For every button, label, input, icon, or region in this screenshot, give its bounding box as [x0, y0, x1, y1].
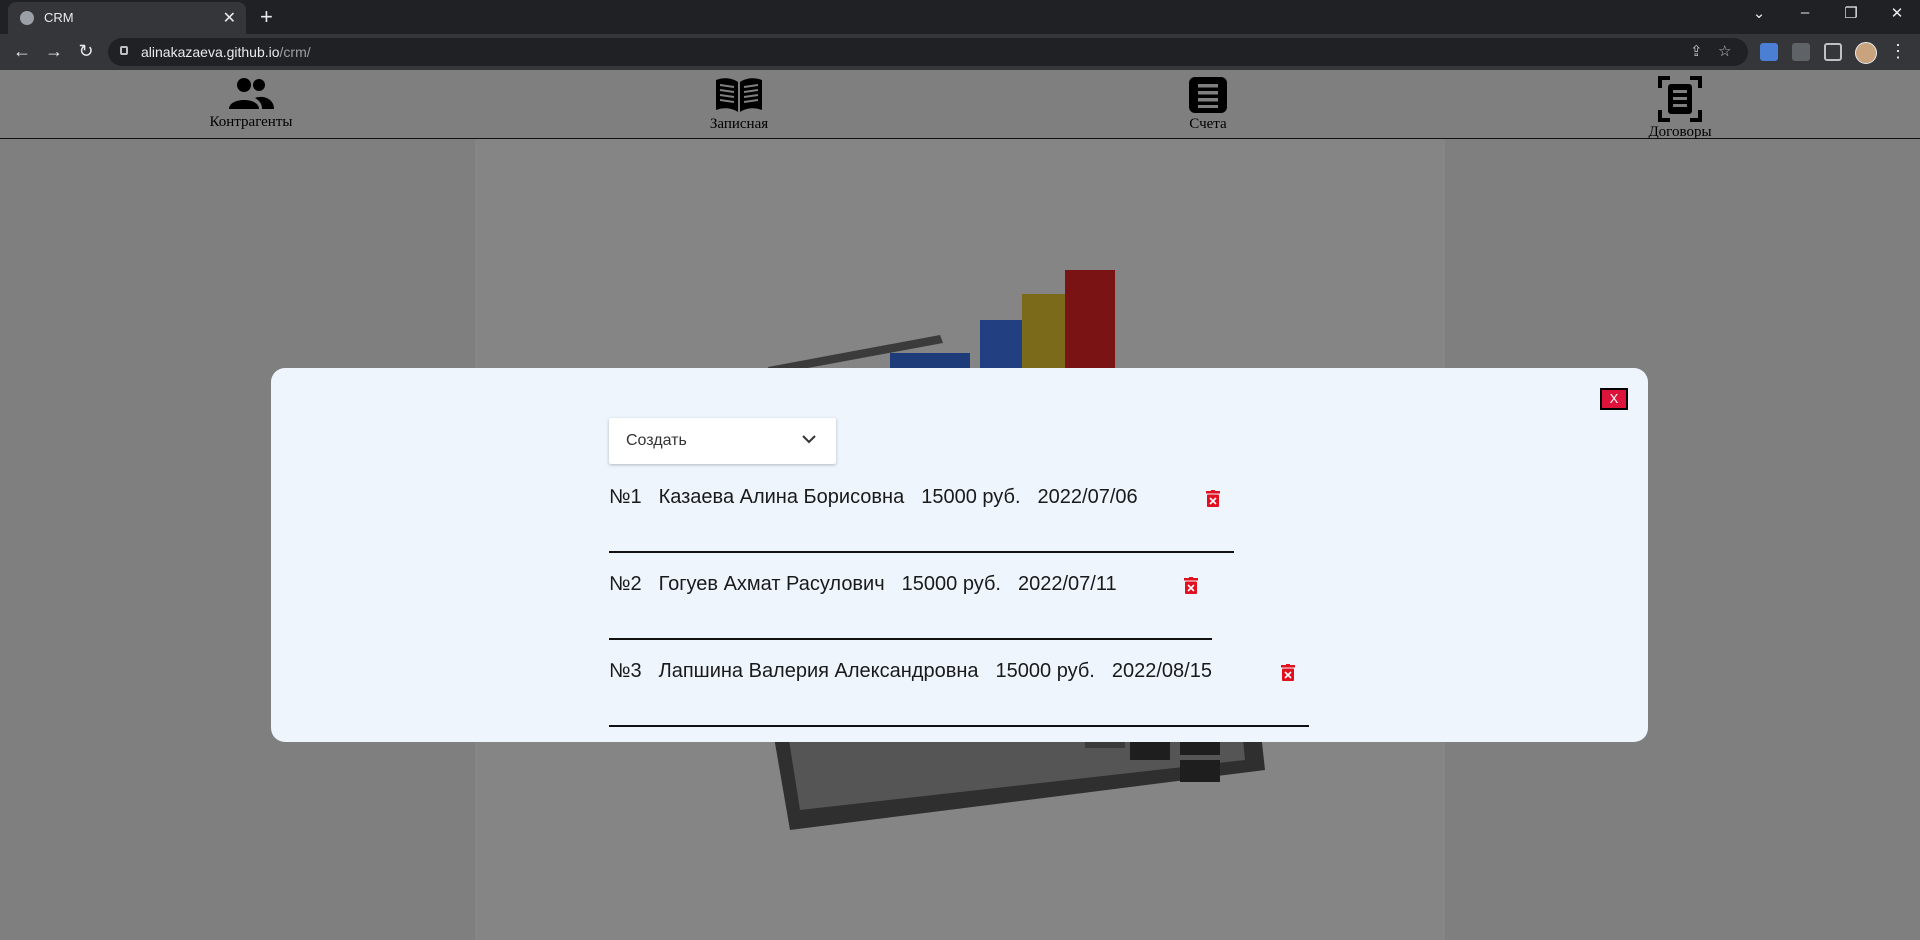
contract-date: 2022/07/11: [1017, 573, 1117, 595]
nav-label-contracts: Договоры: [1648, 124, 1712, 140]
contracts-modal: X Создать №1 Казаева Алина Борисовна 15000…: [271, 368, 1648, 742]
new-tab-icon[interactable]: +: [260, 4, 273, 30]
contract-number: №1: [609, 486, 642, 508]
nav-label-notebook: Записная: [709, 116, 769, 132]
nav-item-invoices[interactable]: Счета: [1128, 76, 1288, 133]
contract-name: Казаева Алина Борисовна: [658, 486, 905, 508]
tab-close-icon[interactable]: ✕: [223, 8, 236, 28]
share-icon[interactable]: ⇪: [1690, 42, 1703, 60]
contract-number: №2: [609, 573, 642, 595]
window-close-icon[interactable]: ✕: [1882, 4, 1912, 22]
nav-item-contracts[interactable]: Договоры: [1600, 76, 1760, 141]
url-text: alinakazaeva.github.io/crm/: [141, 44, 311, 60]
reload-icon[interactable]: ↻: [74, 41, 98, 62]
document-list-icon: [1189, 77, 1227, 113]
restore-icon[interactable]: ❐: [1836, 4, 1866, 22]
extensions-puzzle-icon[interactable]: [1792, 43, 1810, 61]
translate-extension-icon[interactable]: [1760, 43, 1778, 61]
tab-search-icon[interactable]: ⌄: [1744, 4, 1774, 22]
contract-amount: 15000 руб.: [901, 573, 1001, 595]
browser-tab[interactable]: CRM ✕: [8, 2, 246, 34]
book-open-icon: [716, 78, 762, 112]
browser-menu-icon[interactable]: ⋮: [1886, 41, 1910, 62]
page-content: Контрагенты Записная Счета Договоры X Со…: [0, 70, 1920, 940]
users-icon: [229, 78, 274, 109]
contract-name: Лапшина Валерия Александровна: [658, 660, 979, 682]
globe-icon: [20, 11, 34, 25]
contract-row-1: №1 Казаева Алина Борисовна 15000 руб. 2022/…: [609, 486, 1220, 509]
row-divider: [609, 551, 1234, 553]
url-host: alinakazaeva.github.io: [141, 44, 280, 60]
url-path: /crm/: [279, 44, 311, 60]
nav-item-notebook[interactable]: Записная: [659, 76, 819, 133]
nav-item-counterparties[interactable]: Контрагенты: [171, 76, 331, 131]
back-icon[interactable]: ←: [10, 41, 34, 62]
contract-amount: 15000 руб.: [921, 486, 1021, 508]
document-scan-icon: [1658, 76, 1702, 122]
contract-row-2: №2 Гогуев Ахмат Расулович 15000 руб. 2022/0…: [609, 573, 1198, 596]
tab-title: CRM: [44, 10, 74, 25]
contract-date: 2022/07/06: [1037, 486, 1138, 508]
profile-avatar[interactable]: [1855, 42, 1877, 64]
trash-icon[interactable]: [1206, 490, 1220, 507]
contract-row-3: №3 Лапшина Валерия Александровна 15000 руб…: [609, 660, 1295, 683]
chevron-down-icon: [802, 435, 816, 444]
browser-tab-strip: CRM ✕ + ⌄ – ❐ ✕: [0, 0, 1920, 34]
minimize-icon[interactable]: –: [1790, 4, 1820, 21]
contract-name: Гогуев Ахмат Расулович: [658, 573, 885, 595]
contract-date: 2022/08/15: [1111, 660, 1212, 682]
lock-icon: [120, 46, 128, 55]
trash-icon[interactable]: [1184, 577, 1198, 594]
bookmark-star-icon[interactable]: ☆: [1718, 42, 1731, 60]
forward-icon[interactable]: →: [42, 41, 66, 62]
main-navbar: Контрагенты Записная Счета Договоры: [0, 70, 1920, 141]
row-divider: [609, 725, 1309, 727]
contract-amount: 15000 руб.: [995, 660, 1095, 682]
nav-label-counterparties: Контрагенты: [209, 114, 293, 130]
side-panel-icon[interactable]: [1824, 43, 1842, 61]
create-select[interactable]: Создать: [609, 418, 836, 464]
browser-toolbar: ← → ↻ alinakazaeva.github.io/crm/ ⇪ ☆ ⋮: [0, 34, 1920, 70]
address-bar[interactable]: alinakazaeva.github.io/crm/ ⇪ ☆: [108, 38, 1748, 66]
modal-close-button[interactable]: X: [1600, 388, 1628, 410]
contract-number: №3: [609, 660, 642, 682]
nav-label-invoices: Счета: [1189, 116, 1227, 132]
row-divider: [609, 638, 1212, 640]
select-value: Создать: [626, 432, 687, 449]
trash-icon[interactable]: [1281, 664, 1295, 681]
